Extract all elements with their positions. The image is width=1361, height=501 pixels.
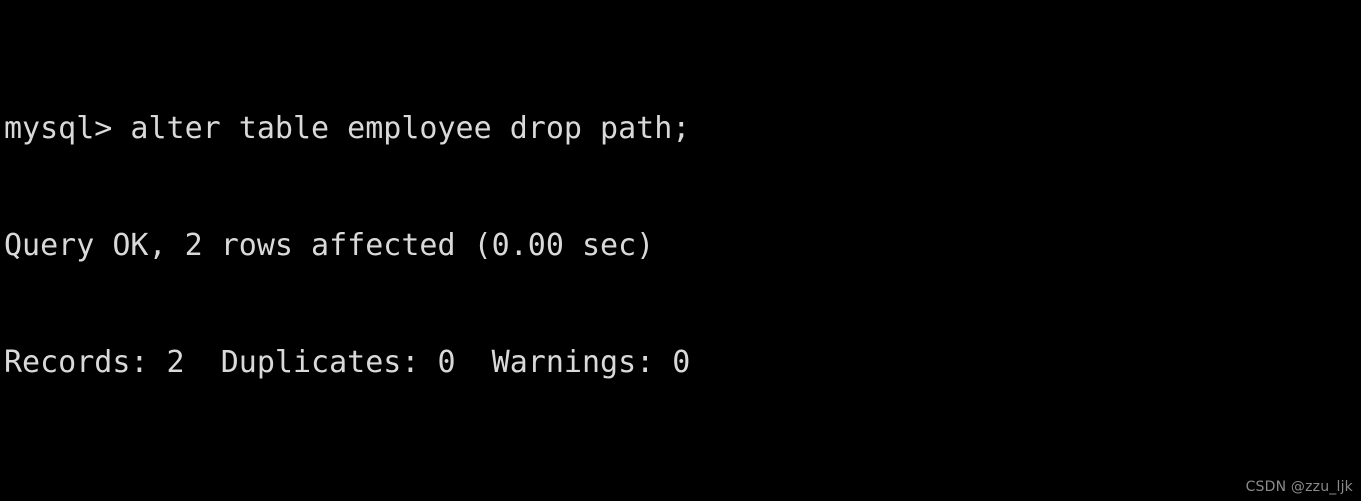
terminal-line-query-ok: Query OK, 2 rows affected (0.00 sec) xyxy=(4,228,655,263)
terminal-console-output[interactable]: mysql> alter table employee drop path; Q… xyxy=(4,31,708,501)
terminal-window[interactable]: mysql> alter table employee drop path; Q… xyxy=(0,0,1361,501)
terminal-line-alter-command: mysql> alter table employee drop path; xyxy=(4,111,691,146)
csdn-watermark: CSDN @zzu_ljk xyxy=(1245,479,1353,495)
terminal-line-records-summary: Records: 2 Duplicates: 0 Warnings: 0 xyxy=(4,345,691,380)
